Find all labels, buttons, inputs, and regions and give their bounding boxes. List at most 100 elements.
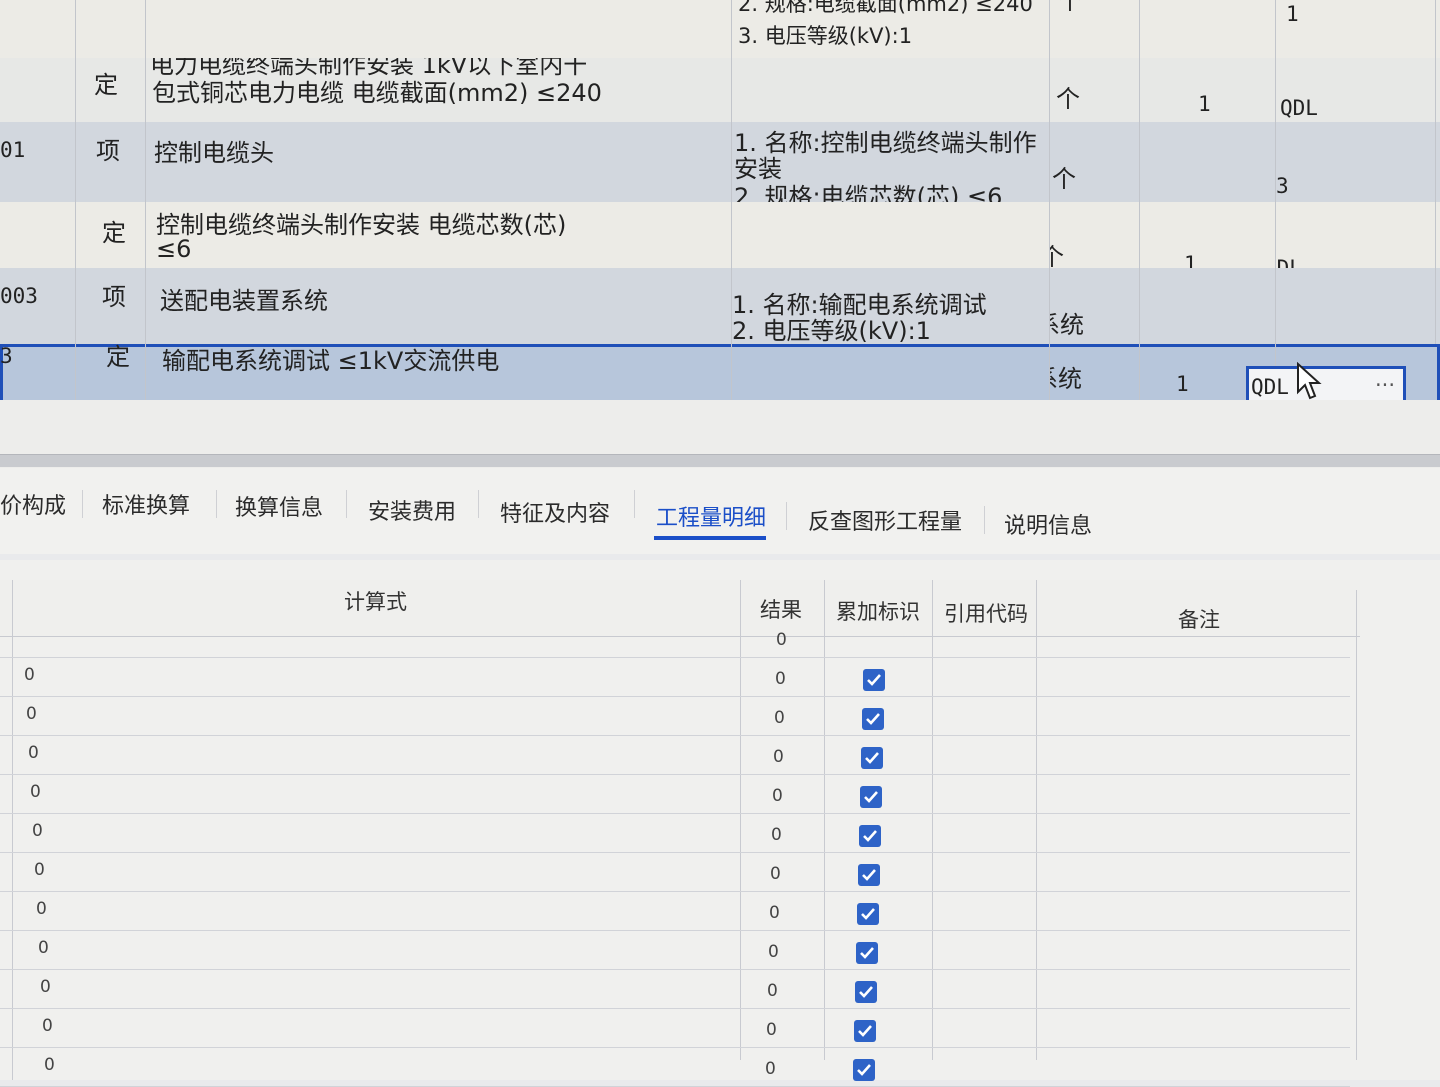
- result-cell: 0: [772, 786, 783, 806]
- table-row[interactable]: 0: [0, 618, 1350, 658]
- type-cell: 定: [106, 344, 130, 371]
- checkbox-checked-icon[interactable]: [860, 786, 882, 808]
- name-cell[interactable]: 输配电系统调试 ≤1kV交流供电: [146, 344, 732, 402]
- tab-features-content[interactable]: 特征及内容: [500, 496, 610, 528]
- formula-cell[interactable]: 0: [36, 899, 47, 919]
- name-line: ≤6: [156, 235, 192, 263]
- result-cell: 0: [773, 747, 784, 767]
- tab-install-fees[interactable]: 安装费用: [368, 494, 456, 526]
- name-cell[interactable]: 电力电缆终端头制作安装 1kV以下室内干 包式铜芯电力电缆 电缆截面(mm2) …: [146, 58, 732, 122]
- name-line: 输配电系统调试 ≤1kV交流供电: [162, 347, 500, 375]
- formula-cell[interactable]: 0: [34, 860, 45, 880]
- name-cell[interactable]: 控制电缆终端头制作安装 电缆芯数(芯) ≤6: [146, 202, 732, 268]
- type-cell: 项: [96, 137, 120, 165]
- name-line: 控制电缆终端头制作安装 电缆芯数(芯): [156, 211, 567, 239]
- table-row-selected[interactable]: 3 定 输配电系统调试 ≤1kV交流供电 系统 1 QDL ···: [0, 344, 1440, 404]
- formula-cell[interactable]: 0: [32, 821, 43, 841]
- feature-cell[interactable]: 1. 名称:控制电缆终端头制作 安装 2. 规格:电缆芯数(芯) ≤6: [732, 122, 1050, 202]
- table-row[interactable]: 定 电力电缆终端头制作安装 1kV以下室内干 包式铜芯电力电缆 电缆截面(mm2…: [0, 58, 1440, 123]
- table-row[interactable]: 00: [0, 696, 1350, 736]
- table-row[interactable]: 00: [0, 891, 1350, 931]
- unit-cell: 个: [1056, 85, 1080, 113]
- table-row[interactable]: 003 项 送配电装置系统 1. 名称:输配电系统调试 2. 电压等级(kV):…: [0, 268, 1440, 345]
- checkbox-checked-icon[interactable]: [856, 942, 878, 964]
- feature-cell[interactable]: 1. 名称:输配电系统调试 2. 电压等级(kV):1: [732, 268, 1050, 344]
- feature-line: 2. 规格:电缆芯数(芯) ≤6: [734, 183, 1003, 203]
- feature-line: 2. 电压等级(kV):1: [732, 317, 931, 345]
- table-row[interactable]: 00: [0, 852, 1350, 892]
- table-row[interactable]: 00: [0, 813, 1350, 853]
- table-row[interactable]: 2. 规格:电缆截面(mm2) ≤240 3. 电压等级(kV):1 个 1: [0, 0, 1440, 59]
- count-cell: QDL: [1280, 96, 1318, 120]
- type-cell: 项: [102, 283, 126, 311]
- name-line: 控制电缆头: [154, 139, 274, 167]
- ellipsis-button[interactable]: ···: [1375, 373, 1395, 397]
- name-line: 包式铜芯电力电缆 电缆截面(mm2) ≤240: [152, 79, 602, 107]
- checkbox-checked-icon[interactable]: [853, 1059, 875, 1081]
- feature-line: 1. 名称:输配电系统调试: [732, 291, 987, 319]
- header-formula: 计算式: [344, 590, 407, 614]
- tab-quantity-detail[interactable]: 工程量明细: [656, 500, 766, 532]
- checkbox-checked-icon[interactable]: [854, 1020, 876, 1042]
- quantity-detail-grid: 计算式 结果 累加标识 引用代码 备注 00000000000000000000…: [0, 560, 1440, 1087]
- tab-price-composition[interactable]: 价构成: [0, 488, 66, 520]
- qty-cell: 1: [1198, 92, 1211, 116]
- checkbox-checked-icon[interactable]: [855, 981, 877, 1003]
- table-row[interactable]: 00: [0, 930, 1350, 970]
- type-cell: 定: [102, 219, 126, 247]
- result-cell: 0: [770, 864, 781, 884]
- result-cell: 0: [769, 903, 780, 923]
- checkbox-checked-icon[interactable]: [857, 903, 879, 925]
- tab-description[interactable]: 说明信息: [1004, 508, 1092, 540]
- formula-cell[interactable]: 0: [38, 938, 49, 958]
- tab-conversion-info[interactable]: 换算信息: [235, 490, 323, 522]
- table-row[interactable]: 00: [0, 969, 1350, 1009]
- name-line: 电力电缆终端头制作安装 1kV以下室内干: [150, 58, 588, 79]
- unit-cell: 个: [1052, 165, 1076, 193]
- table-row[interactable]: 定 控制电缆终端头制作安装 电缆芯数(芯) ≤6 个 1 QDL: [0, 202, 1440, 269]
- table-row[interactable]: 00: [0, 1008, 1350, 1048]
- bill-grid: 2. 规格:电缆截面(mm2) ≤240 3. 电压等级(kV):1 个 1 定…: [0, 0, 1440, 404]
- formula-cell[interactable]: 0: [26, 704, 37, 724]
- result-cell: 0: [768, 942, 779, 962]
- table-row[interactable]: 01 项 控制电缆头 1. 名称:控制电缆终端头制作 安装 2. 规格:电缆芯数…: [0, 122, 1440, 203]
- result-cell: 0: [766, 1020, 777, 1040]
- formula-cell[interactable]: 0: [44, 1055, 55, 1075]
- checkbox-checked-icon[interactable]: [859, 825, 881, 847]
- formula-cell[interactable]: 0: [24, 665, 35, 685]
- result-cell: 0: [775, 669, 786, 689]
- name-cell[interactable]: 控制电缆头: [146, 122, 732, 202]
- formula-cell[interactable]: 0: [42, 1016, 53, 1036]
- name-cell[interactable]: 送配电装置系统: [146, 268, 732, 344]
- detail-tabs: 价构成 标准换算 换算信息 安装费用 特征及内容 工程量明细 反查图形工程量 说…: [0, 468, 1440, 554]
- mouse-pointer-icon: [1297, 362, 1322, 400]
- count-cell: QDL: [1251, 375, 1289, 399]
- formula-cell[interactable]: 0: [28, 743, 39, 763]
- feature-line: 3. 电压等级(kV):1: [738, 24, 913, 48]
- code-cell: 3: [0, 344, 13, 368]
- unit-cell: 个: [1050, 244, 1064, 269]
- unit-cell: 个: [1058, 0, 1082, 15]
- formula-cell[interactable]: 0: [40, 977, 51, 997]
- count-cell: QDL: [1276, 256, 1302, 268]
- active-tab-indicator: [654, 536, 766, 540]
- qty-cell: 1: [1184, 252, 1197, 268]
- pane-splitter[interactable]: [0, 454, 1440, 467]
- checkbox-checked-icon[interactable]: [862, 708, 884, 730]
- unit-cell: 系统: [1050, 365, 1082, 393]
- formula-cell[interactable]: 0: [30, 782, 41, 802]
- tab-standard-conversion[interactable]: 标准换算: [102, 488, 190, 520]
- checkbox-checked-icon[interactable]: [861, 747, 883, 769]
- feature-cell[interactable]: 2. 规格:电缆截面(mm2) ≤240 3. 电压等级(kV):1: [732, 0, 1050, 58]
- tab-reverse-lookup[interactable]: 反查图形工程量: [808, 504, 962, 536]
- table-row[interactable]: 00: [0, 657, 1350, 697]
- table-row[interactable]: 00: [0, 774, 1350, 814]
- checkbox-checked-icon[interactable]: [858, 864, 880, 886]
- count-edit-cell[interactable]: QDL ···: [1246, 366, 1406, 404]
- feature-line: 安装: [734, 155, 782, 183]
- checkbox-checked-icon[interactable]: [863, 669, 885, 691]
- table-row[interactable]: 00: [0, 735, 1350, 775]
- count-cell: 1: [1286, 2, 1299, 26]
- table-row[interactable]: 00: [0, 1047, 1350, 1087]
- name-line: 送配电装置系统: [160, 287, 328, 315]
